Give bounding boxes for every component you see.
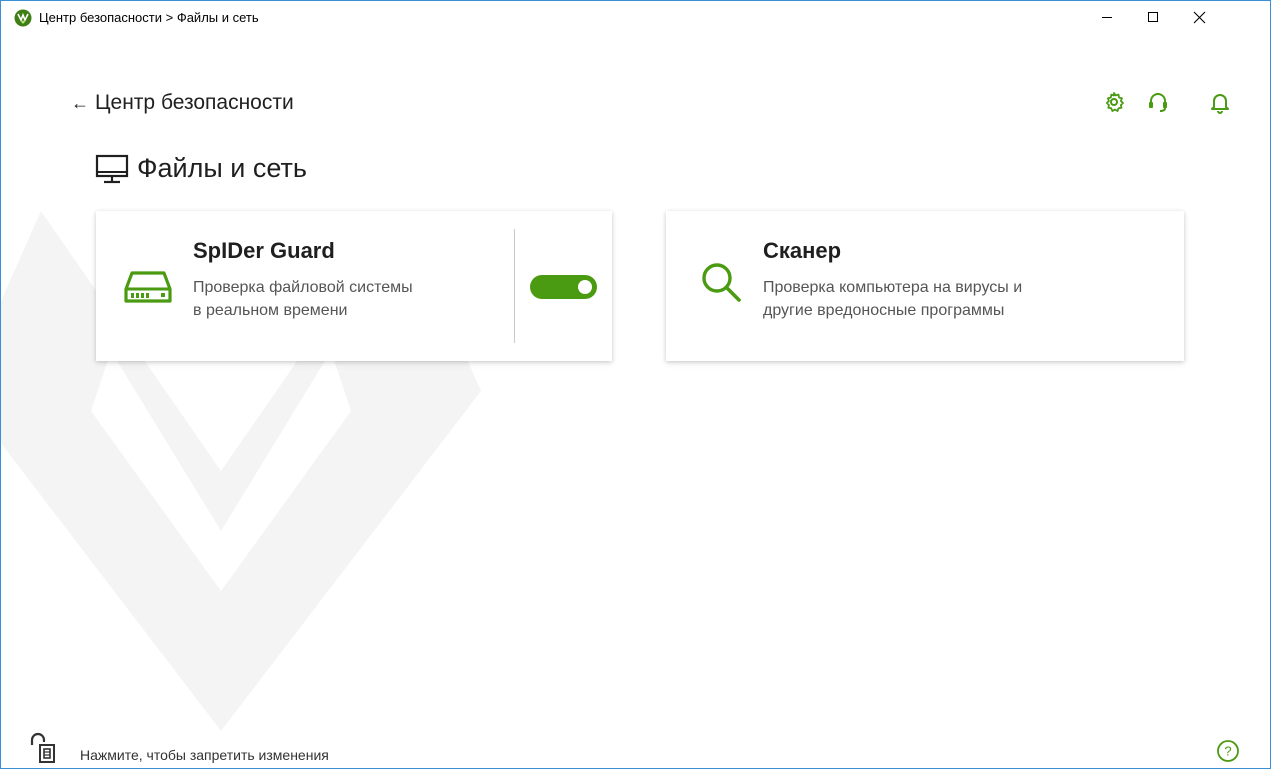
app-logo-icon <box>14 9 32 27</box>
scanner-card[interactable]: Сканер Проверка компьютера на вирусы и д… <box>666 211 1184 361</box>
title-bar: Центр безопасности > Файлы и сеть <box>1 1 1270 33</box>
support-icon[interactable] <box>1146 90 1170 114</box>
window-title: Центр безопасности > Файлы и сеть <box>39 10 259 25</box>
help-icon[interactable]: ? <box>1216 739 1240 763</box>
back-link-label: Центр безопасности <box>95 91 294 114</box>
monitor-icon <box>95 154 129 184</box>
close-button[interactable] <box>1176 1 1222 33</box>
scanner-description: Проверка компьютера на вирусы и другие в… <box>763 276 1143 322</box>
maximize-icon <box>1148 12 1158 22</box>
minimize-button[interactable] <box>1084 1 1130 33</box>
app-window: Центр безопасности > Файлы и сеть ← Цент… <box>0 0 1271 769</box>
toggle-knob <box>578 280 592 294</box>
search-icon <box>702 263 741 302</box>
notifications-icon[interactable] <box>1208 90 1232 114</box>
scanner-description-line2: другие вредоносные программы <box>763 302 1005 319</box>
back-arrow-icon: ← <box>71 92 89 113</box>
spider-guard-description-line2: в реальном времени <box>193 302 348 319</box>
back-to-security-center-link[interactable]: ← Центр безопасности <box>71 91 294 115</box>
minimize-icon <box>1102 17 1112 18</box>
page-title-text: Файлы и сеть <box>137 152 307 183</box>
hard-drive-icon <box>124 271 172 303</box>
lock-changes-link[interactable]: Нажмите, чтобы запретить изменения <box>80 747 329 763</box>
maximize-button[interactable] <box>1130 1 1176 33</box>
spider-guard-title: SpIDer Guard <box>193 238 335 263</box>
page-title: Файлы и сеть <box>95 151 307 185</box>
card-divider <box>514 229 515 343</box>
spider-guard-toggle[interactable] <box>530 275 597 299</box>
scanner-title: Сканер <box>763 238 842 263</box>
scanner-description-line1: Проверка компьютера на вирусы и <box>763 279 1023 296</box>
spider-guard-card[interactable]: SpIDer Guard Проверка файловой системы в… <box>96 211 612 361</box>
unlocked-padlock-icon[interactable] <box>29 731 63 765</box>
svg-text:?: ? <box>1224 744 1231 759</box>
spider-guard-description-line1: Проверка файловой системы <box>193 279 413 296</box>
settings-icon[interactable] <box>1102 90 1126 114</box>
close-icon <box>1193 11 1205 23</box>
spider-guard-description: Проверка файловой системы в реальном вре… <box>193 276 513 322</box>
